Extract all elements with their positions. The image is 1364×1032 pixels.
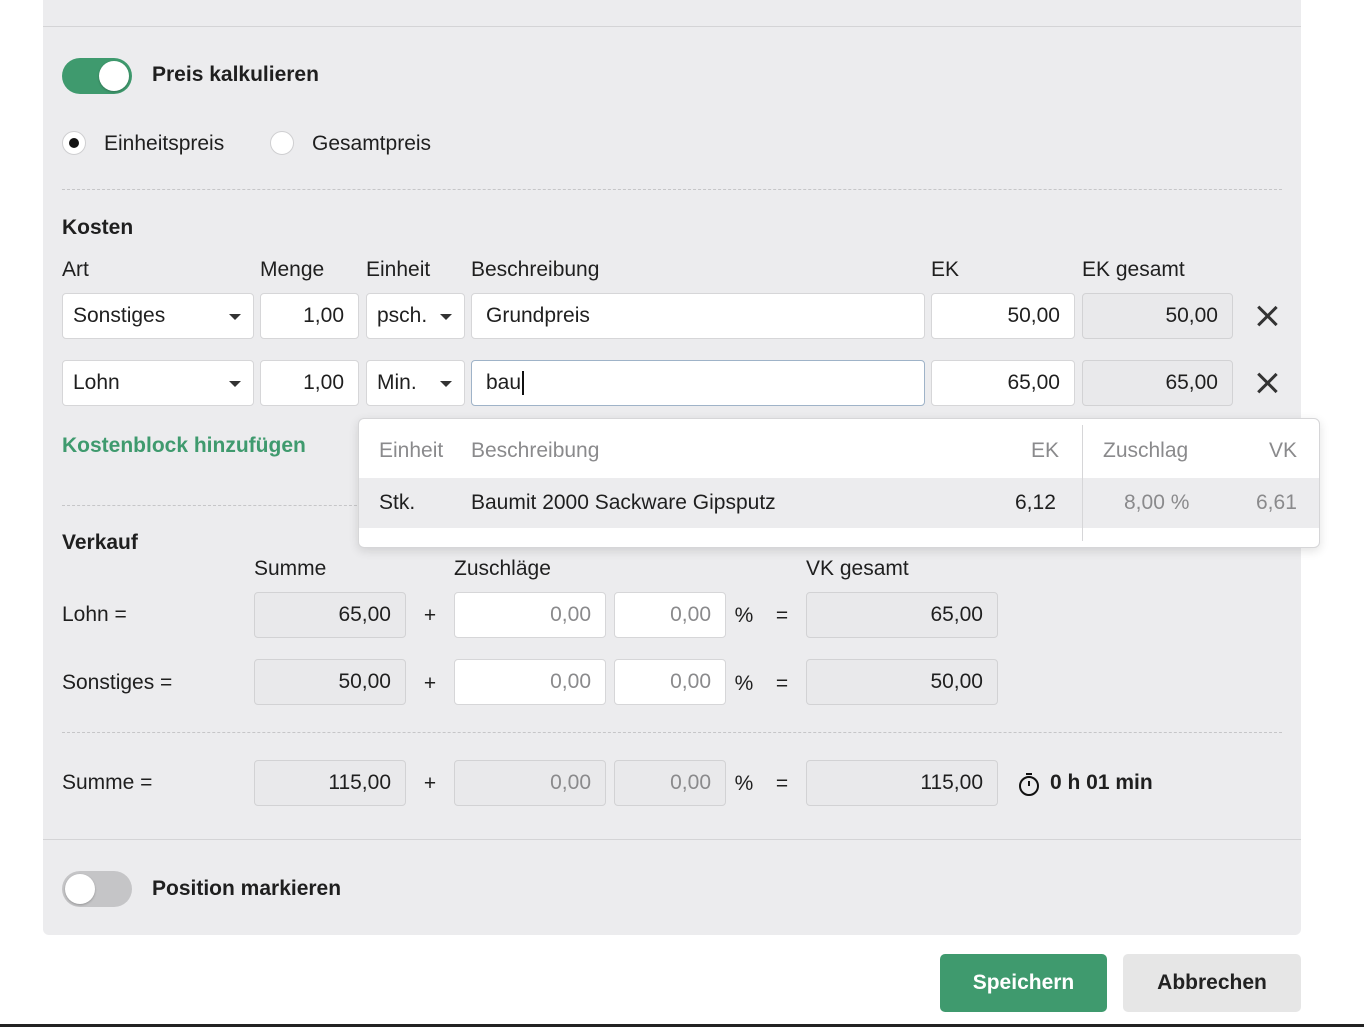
beschreibung-input[interactable]: bau — [471, 360, 925, 406]
plus-sign: + — [423, 772, 437, 795]
summe-field: 65,00 — [254, 592, 406, 638]
col-header-menge: Menge — [260, 258, 325, 281]
divider — [62, 189, 1282, 190]
divider — [43, 26, 1301, 27]
chevron-down-icon — [229, 314, 241, 320]
col-header-ek: EK — [931, 258, 960, 281]
dd-header-ek: EK — [1031, 439, 1060, 462]
zuschlag-abs-input[interactable]: 0,00 — [454, 592, 606, 638]
position-markieren-label: Position markieren — [152, 877, 342, 900]
dd-header-beschreibung: Beschreibung — [471, 439, 600, 462]
stopwatch-icon — [1019, 773, 1039, 796]
ek-input[interactable]: 65,00 — [931, 360, 1075, 406]
ek-gesamt-field: 65,00 — [1082, 360, 1233, 406]
art-select[interactable]: Lohn — [62, 360, 254, 406]
position-markieren-toggle[interactable] — [62, 871, 132, 907]
art-value: Lohn — [73, 371, 120, 394]
percent-sign: % — [734, 604, 754, 627]
toggle-knob — [65, 874, 95, 904]
cancel-button[interactable]: Abbrechen — [1123, 954, 1301, 1012]
art-select[interactable]: Sonstiges — [62, 293, 254, 339]
einheit-value: psch. — [377, 304, 428, 327]
text-cursor — [522, 371, 525, 396]
zuschlag-abs-input[interactable]: 0,00 — [454, 659, 606, 705]
remove-row-icon[interactable] — [1252, 368, 1282, 398]
menge-input[interactable]: 1,00 — [260, 293, 359, 339]
verkauf-row-label: Sonstiges = — [62, 671, 173, 694]
plus-sign: + — [423, 604, 437, 627]
percent-sign: % — [734, 772, 754, 795]
percent-sign: % — [734, 672, 754, 695]
preis-kalkulieren-toggle[interactable] — [62, 58, 132, 94]
window-edge — [0, 1024, 1364, 1027]
col-header-art: Art — [62, 258, 89, 281]
divider — [62, 732, 1282, 733]
einheitspreis-label[interactable]: Einheitspreis — [104, 132, 224, 156]
verkauf-title: Verkauf — [62, 531, 138, 554]
menge-input[interactable]: 1,00 — [260, 360, 359, 406]
ek-input[interactable]: 50,00 — [931, 293, 1075, 339]
einheit-value: Min. — [377, 371, 417, 394]
einheit-select[interactable]: psch. — [366, 293, 465, 339]
autocomplete-dropdown: Einheit Beschreibung EK Zuschlag VK Stk.… — [358, 418, 1320, 548]
chevron-down-icon — [440, 381, 452, 387]
divider — [62, 505, 362, 506]
vk-gesamt-field: 65,00 — [806, 592, 998, 638]
suggestion-beschreibung[interactable]: Baumit 2000 Sackware Gipsputz — [471, 491, 776, 515]
gesamtpreis-radio[interactable] — [270, 131, 294, 155]
col-header-vk-gesamt: VK gesamt — [806, 557, 909, 580]
zuschlag-abs-total-field: 0,00 — [454, 760, 606, 806]
col-header-beschreibung: Beschreibung — [471, 258, 600, 281]
equals-sign: = — [775, 772, 789, 795]
toggle-knob — [99, 61, 129, 91]
col-header-zuschlaege: Zuschläge — [454, 557, 551, 580]
vk-gesamt-total-field: 115,00 — [806, 760, 998, 806]
suggestion-einheit[interactable]: Stk. — [379, 491, 415, 515]
add-kostenblock-link[interactable]: Kostenblock hinzufügen — [62, 434, 306, 458]
save-button[interactable]: Speichern — [940, 954, 1107, 1012]
chevron-down-icon — [440, 314, 452, 320]
zuschlag-pct-input[interactable]: 0,00 — [614, 592, 726, 638]
vk-gesamt-field: 50,00 — [806, 659, 998, 705]
ek-gesamt-field: 50,00 — [1082, 293, 1233, 339]
dd-header-zuschlag: Zuschlag — [1103, 439, 1189, 462]
zuschlag-pct-input[interactable]: 0,00 — [614, 659, 726, 705]
gesamtpreis-label[interactable]: Gesamtpreis — [312, 132, 431, 156]
kosten-title: Kosten — [62, 216, 134, 239]
divider — [43, 839, 1301, 840]
suggestion-zuschlag[interactable]: 8,00 % — [1124, 491, 1189, 515]
beschreibung-input[interactable]: Grundpreis — [471, 293, 925, 339]
remove-row-icon[interactable] — [1252, 301, 1282, 331]
chevron-down-icon — [229, 381, 241, 387]
col-header-einheit: Einheit — [366, 258, 431, 281]
plus-sign: + — [423, 672, 437, 695]
beschreibung-value: bau — [486, 371, 522, 394]
verkauf-row-label: Lohn = — [62, 603, 127, 626]
dd-header-einheit: Einheit — [379, 439, 444, 462]
col-header-summe: Summe — [254, 557, 327, 580]
equals-sign: = — [775, 604, 789, 627]
art-value: Sonstiges — [73, 304, 166, 327]
summe-total-label: Summe = — [62, 771, 153, 794]
zuschlag-pct-total-field: 0,00 — [614, 760, 726, 806]
summe-total-field: 115,00 — [254, 760, 406, 806]
einheit-select[interactable]: Min. — [366, 360, 465, 406]
equals-sign: = — [775, 672, 789, 695]
suggestion-vk[interactable]: 6,61 — [1256, 491, 1297, 515]
suggestion-ek[interactable]: 6,12 — [1015, 491, 1056, 515]
summe-field: 50,00 — [254, 659, 406, 705]
divider — [1082, 425, 1083, 541]
einheitspreis-radio[interactable] — [62, 131, 86, 155]
col-header-ek-gesamt: EK gesamt — [1082, 258, 1185, 281]
time-estimate: 0 h 01 min — [1050, 771, 1153, 794]
preis-kalkulieren-label: Preis kalkulieren — [152, 63, 319, 86]
dd-header-vk: VK — [1269, 439, 1298, 462]
